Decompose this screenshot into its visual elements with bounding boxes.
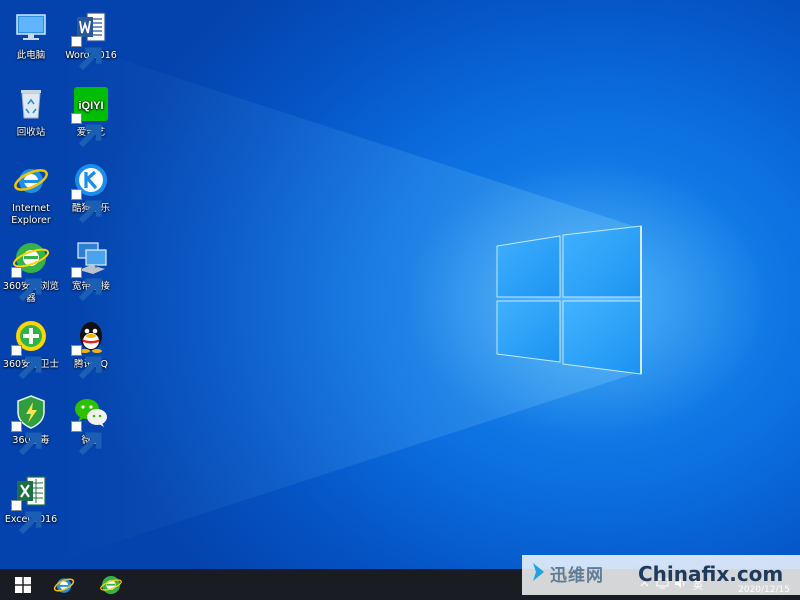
- shortcut-arrow-icon: [71, 421, 102, 456]
- taskbar-internet-explorer[interactable]: [41, 569, 87, 600]
- iqiyi-icon: iQIYI: [71, 84, 111, 148]
- kugou-icon: [71, 160, 111, 224]
- shortcut-arrow-icon: [71, 189, 102, 224]
- shortcut-arrow-icon: [71, 36, 102, 71]
- watermark: 迅维网 Chinafix.com: [522, 555, 800, 595]
- wechat-icon: [71, 392, 111, 456]
- desktop-icon-qq[interactable]: 腾讯QQ: [60, 316, 122, 380]
- 360-browser-icon: [99, 573, 123, 597]
- excel-icon: [11, 471, 51, 535]
- desktop-icon-360-antivirus[interactable]: 360杀毒: [0, 392, 62, 456]
- desktop-icon-broadband[interactable]: 宽带连接: [60, 238, 122, 302]
- desktop-icon-internet-explorer[interactable]: Internet Explorer: [0, 160, 62, 227]
- watermark-right-text: Chinafix.com: [638, 562, 784, 586]
- iqiyi-logo-text: iQIYI: [78, 100, 103, 112]
- 360-antivirus-icon: [11, 392, 51, 456]
- shortcut-arrow-icon: [11, 345, 42, 380]
- desktop-icon-kugou[interactable]: 酷狗音乐: [60, 160, 122, 224]
- desktop-icon-label: 回收站: [16, 127, 46, 138]
- recycle-bin-icon: [11, 84, 51, 124]
- desktop-icon-label: Internet Explorer: [11, 203, 51, 226]
- desktop-icon-recycle-bin[interactable]: 回收站: [0, 84, 62, 139]
- this-pc-icon: [11, 7, 51, 47]
- internet-explorer-icon: [52, 573, 76, 597]
- 360-browser-icon: [11, 238, 51, 302]
- desktop-icon-360-security[interactable]: 360安全卫士: [0, 316, 62, 380]
- taskbar-360-browser[interactable]: [88, 569, 134, 600]
- shortcut-arrow-icon: [11, 500, 42, 535]
- desktop-icon-word[interactable]: Word 2016: [60, 7, 122, 71]
- desktop-icon-excel[interactable]: Excel 2016: [0, 471, 62, 535]
- shortcut-arrow-icon: [71, 345, 102, 380]
- qq-icon: [71, 316, 111, 380]
- watermark-left-text: 迅维网: [550, 566, 604, 586]
- desktop-icon-label: 此电脑: [16, 50, 46, 61]
- word-icon: [71, 7, 111, 71]
- desktop-icon-iqiyi[interactable]: iQIYI 爱奇艺: [60, 84, 122, 148]
- watermark-arrow-icon: [533, 563, 544, 581]
- shortcut-arrow-icon: [11, 267, 42, 302]
- start-button[interactable]: [0, 569, 46, 600]
- desktop-icon-360-browser[interactable]: 360安全浏览器: [0, 238, 62, 305]
- shortcut-arrow-icon: [71, 267, 102, 302]
- internet-explorer-icon: [11, 160, 51, 200]
- 360-security-icon: [11, 316, 51, 380]
- desktop[interactable]: 此电脑 回收站 Internet Explorer 360安全浏览器 360安全…: [0, 0, 800, 569]
- shortcut-arrow-icon: [11, 421, 42, 456]
- shortcut-arrow-icon: [71, 113, 102, 148]
- desktop-icon-this-pc[interactable]: 此电脑: [0, 7, 62, 62]
- desktop-icon-wechat[interactable]: 微信: [60, 392, 122, 456]
- broadband-icon: [71, 238, 111, 302]
- windows-start-icon: [15, 576, 31, 593]
